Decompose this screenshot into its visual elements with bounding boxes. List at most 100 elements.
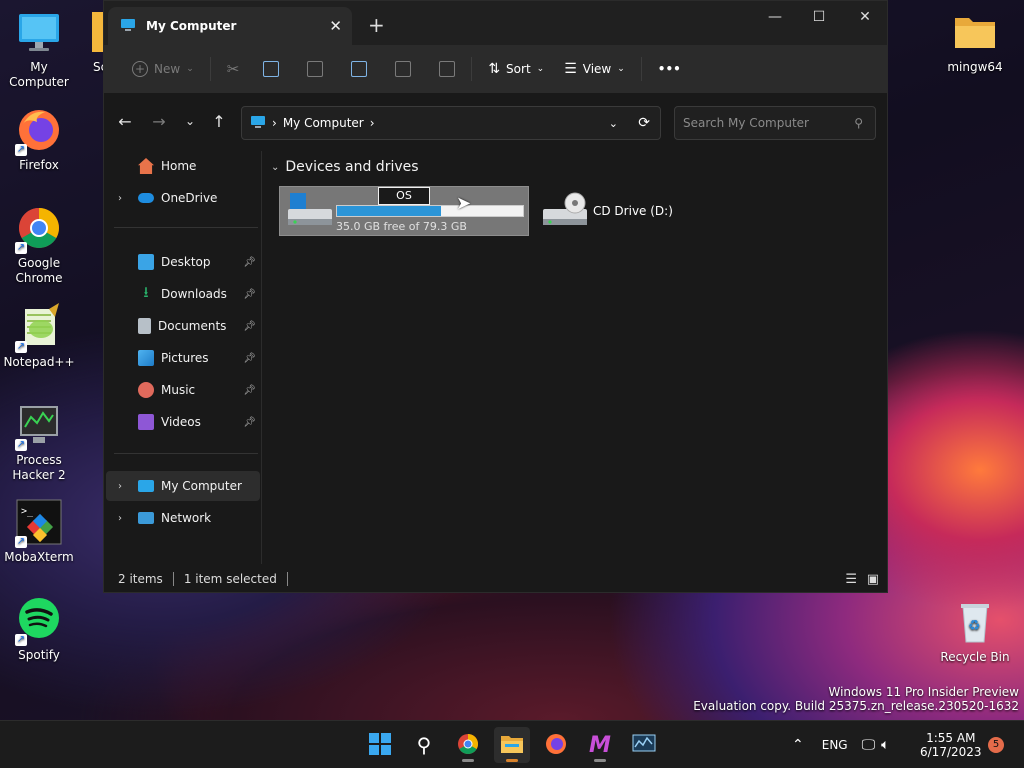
- search-input[interactable]: Search My Computer: [683, 116, 809, 130]
- taskbar-firefox[interactable]: [538, 727, 574, 763]
- sidebar-item-home[interactable]: Home: [106, 151, 260, 181]
- chevron-down-icon: ⌄: [271, 161, 280, 173]
- windows-logo-icon: [369, 732, 391, 758]
- running-indicator: [594, 759, 606, 762]
- pin-icon[interactable]: 📌︎: [243, 321, 256, 332]
- paste-button[interactable]: [299, 53, 331, 85]
- clock[interactable]: 1:55 AM 6/17/2023: [920, 721, 982, 768]
- rename-button[interactable]: [343, 53, 375, 85]
- drive-item-d[interactable]: CD Drive (D:): [535, 186, 675, 236]
- breadcrumb-item[interactable]: My Computer: [283, 116, 364, 130]
- desktop-icon-spotify[interactable]: ↗ Spotify: [0, 596, 78, 663]
- sort-button[interactable]: ⇅ Sort ⌄: [480, 53, 552, 85]
- chevron-right-icon[interactable]: ›: [118, 513, 122, 524]
- sidebar-item-network[interactable]: › Network: [106, 503, 260, 533]
- chevron-right-icon[interactable]: ›: [118, 193, 122, 204]
- running-indicator: [462, 759, 474, 762]
- drive-usage-bar: [336, 205, 524, 217]
- pin-icon[interactable]: 📌︎: [243, 289, 256, 300]
- desktop-icon-mingw64[interactable]: mingw64: [936, 8, 1014, 75]
- desktop-icon-label: My Computer: [9, 60, 69, 89]
- sidebar-item-my-computer[interactable]: › My Computer: [106, 471, 260, 501]
- status-bar: 2 items 1 item selected ☰ ▣: [104, 564, 887, 594]
- rename-input[interactable]: OS: [378, 187, 430, 205]
- taskbar-chrome[interactable]: [450, 727, 486, 763]
- pin-icon[interactable]: 📌︎: [243, 385, 256, 396]
- desktop-icon-mobaxterm[interactable]: >_ ↗ MobaXterm: [0, 498, 78, 565]
- volume-icon[interactable]: 🔈︎: [881, 737, 889, 753]
- copy-icon: [263, 61, 280, 77]
- details-view-icon[interactable]: ☰: [845, 572, 857, 587]
- toolbar-divider: [471, 57, 473, 81]
- sidebar-item-pictures[interactable]: Pictures 📌︎: [106, 343, 260, 373]
- new-button[interactable]: + New ⌄: [124, 53, 202, 85]
- up-button[interactable]: ↑: [207, 109, 231, 133]
- drive-free-space: 35.0 GB free of 79.3 GB: [336, 220, 467, 233]
- group-header[interactable]: ⌄ Devices and drives: [271, 159, 419, 175]
- forward-button[interactable]: →: [147, 109, 171, 133]
- chevron-right-icon[interactable]: ›: [118, 481, 122, 492]
- delete-button[interactable]: [431, 53, 463, 85]
- explorer-tab[interactable]: My Computer ✕: [108, 7, 352, 45]
- file-explorer-window: My Computer ✕ + — ☐ ✕ + New ⌄ ✂ ⇅ Sort ⌄…: [103, 0, 888, 593]
- sidebar-item-label: Music: [161, 383, 196, 397]
- address-dropdown-icon[interactable]: ⌄: [609, 117, 618, 130]
- drive-item-c[interactable]: OS 35.0 GB free of 79.3 GB: [279, 186, 529, 236]
- view-button[interactable]: ☰ View ⌄: [556, 53, 633, 85]
- maximize-button[interactable]: ☐: [796, 1, 842, 33]
- taskbar-file-explorer[interactable]: [494, 727, 530, 763]
- recycle-bin-icon: ♻: [951, 598, 999, 646]
- recent-locations-button[interactable]: ⌄: [178, 109, 202, 133]
- desktop-icon-firefox[interactable]: ↗ Firefox: [0, 106, 78, 173]
- chrome-icon: [456, 732, 480, 759]
- taskbar-mobaxterm[interactable]: M: [582, 727, 618, 763]
- folder-icon: [500, 732, 524, 759]
- close-button[interactable]: ✕: [842, 1, 888, 33]
- cut-button[interactable]: ✂: [219, 53, 248, 85]
- minimize-button[interactable]: —: [752, 1, 798, 33]
- address-bar[interactable]: › My Computer › ⌄ ⟳: [241, 106, 661, 140]
- sidebar-item-videos[interactable]: Videos 📌︎: [106, 407, 260, 437]
- chrome-icon: ↗: [15, 204, 63, 254]
- watermark-line: Windows 11 Pro Insider Preview: [828, 685, 1019, 699]
- monitor-icon: [138, 480, 154, 492]
- back-button[interactable]: ←: [113, 109, 137, 133]
- pin-icon[interactable]: 📌︎: [243, 353, 256, 364]
- notification-center[interactable]: 5: [988, 721, 1004, 768]
- sidebar-item-documents[interactable]: Documents 📌︎: [106, 311, 260, 341]
- sidebar-item-downloads[interactable]: ⭳ Downloads 📌︎: [106, 279, 260, 309]
- system-tray: ⌃ ENG 🖵︎ 🔈︎: [792, 721, 890, 768]
- status-divider: [172, 572, 174, 586]
- search-box[interactable]: Search My Computer ⚲: [674, 106, 876, 140]
- shortcut-arrow-icon: ↗: [15, 144, 27, 156]
- language-indicator[interactable]: ENG: [822, 738, 848, 752]
- taskbar-process-hacker[interactable]: [626, 727, 662, 763]
- pin-icon[interactable]: 📌︎: [243, 257, 256, 268]
- taskbar-search-button[interactable]: ⚲: [406, 727, 442, 763]
- desktop-icon-notepadpp[interactable]: ↗ Notepad++: [0, 303, 78, 370]
- desktop-icon-process-hacker[interactable]: ↗ Process Hacker 2: [0, 401, 78, 483]
- start-button[interactable]: [362, 727, 398, 763]
- more-options-button[interactable]: •••: [650, 53, 689, 85]
- tiles-view-icon[interactable]: ▣: [867, 572, 879, 587]
- sidebar-item-desktop[interactable]: Desktop 📌︎: [106, 247, 260, 277]
- new-tab-icon[interactable]: +: [368, 13, 385, 37]
- shortcut-arrow-icon: ↗: [15, 536, 27, 548]
- firefox-icon: ↗: [15, 106, 63, 156]
- document-icon: [138, 318, 151, 334]
- chevron-up-icon[interactable]: ⌃: [792, 737, 804, 753]
- sidebar-item-onedrive[interactable]: › OneDrive: [106, 183, 260, 213]
- sidebar-divider: [114, 227, 258, 228]
- share-button[interactable]: [387, 53, 419, 85]
- folder-icon: [951, 8, 999, 56]
- desktop-icon-chrome[interactable]: ↗ Google Chrome: [0, 204, 78, 286]
- status-divider: [286, 572, 288, 586]
- copy-button[interactable]: [255, 53, 287, 85]
- refresh-icon[interactable]: ⟳: [638, 115, 650, 131]
- desktop-icon-my-computer[interactable]: My Computer: [0, 8, 78, 90]
- network-icon[interactable]: 🖵︎: [862, 737, 876, 753]
- close-tab-icon[interactable]: ✕: [329, 17, 342, 35]
- sidebar-item-music[interactable]: Music 📌︎: [106, 375, 260, 405]
- pin-icon[interactable]: 📌︎: [243, 417, 256, 428]
- desktop-icon-recycle-bin[interactable]: ♻ Recycle Bin: [936, 598, 1014, 665]
